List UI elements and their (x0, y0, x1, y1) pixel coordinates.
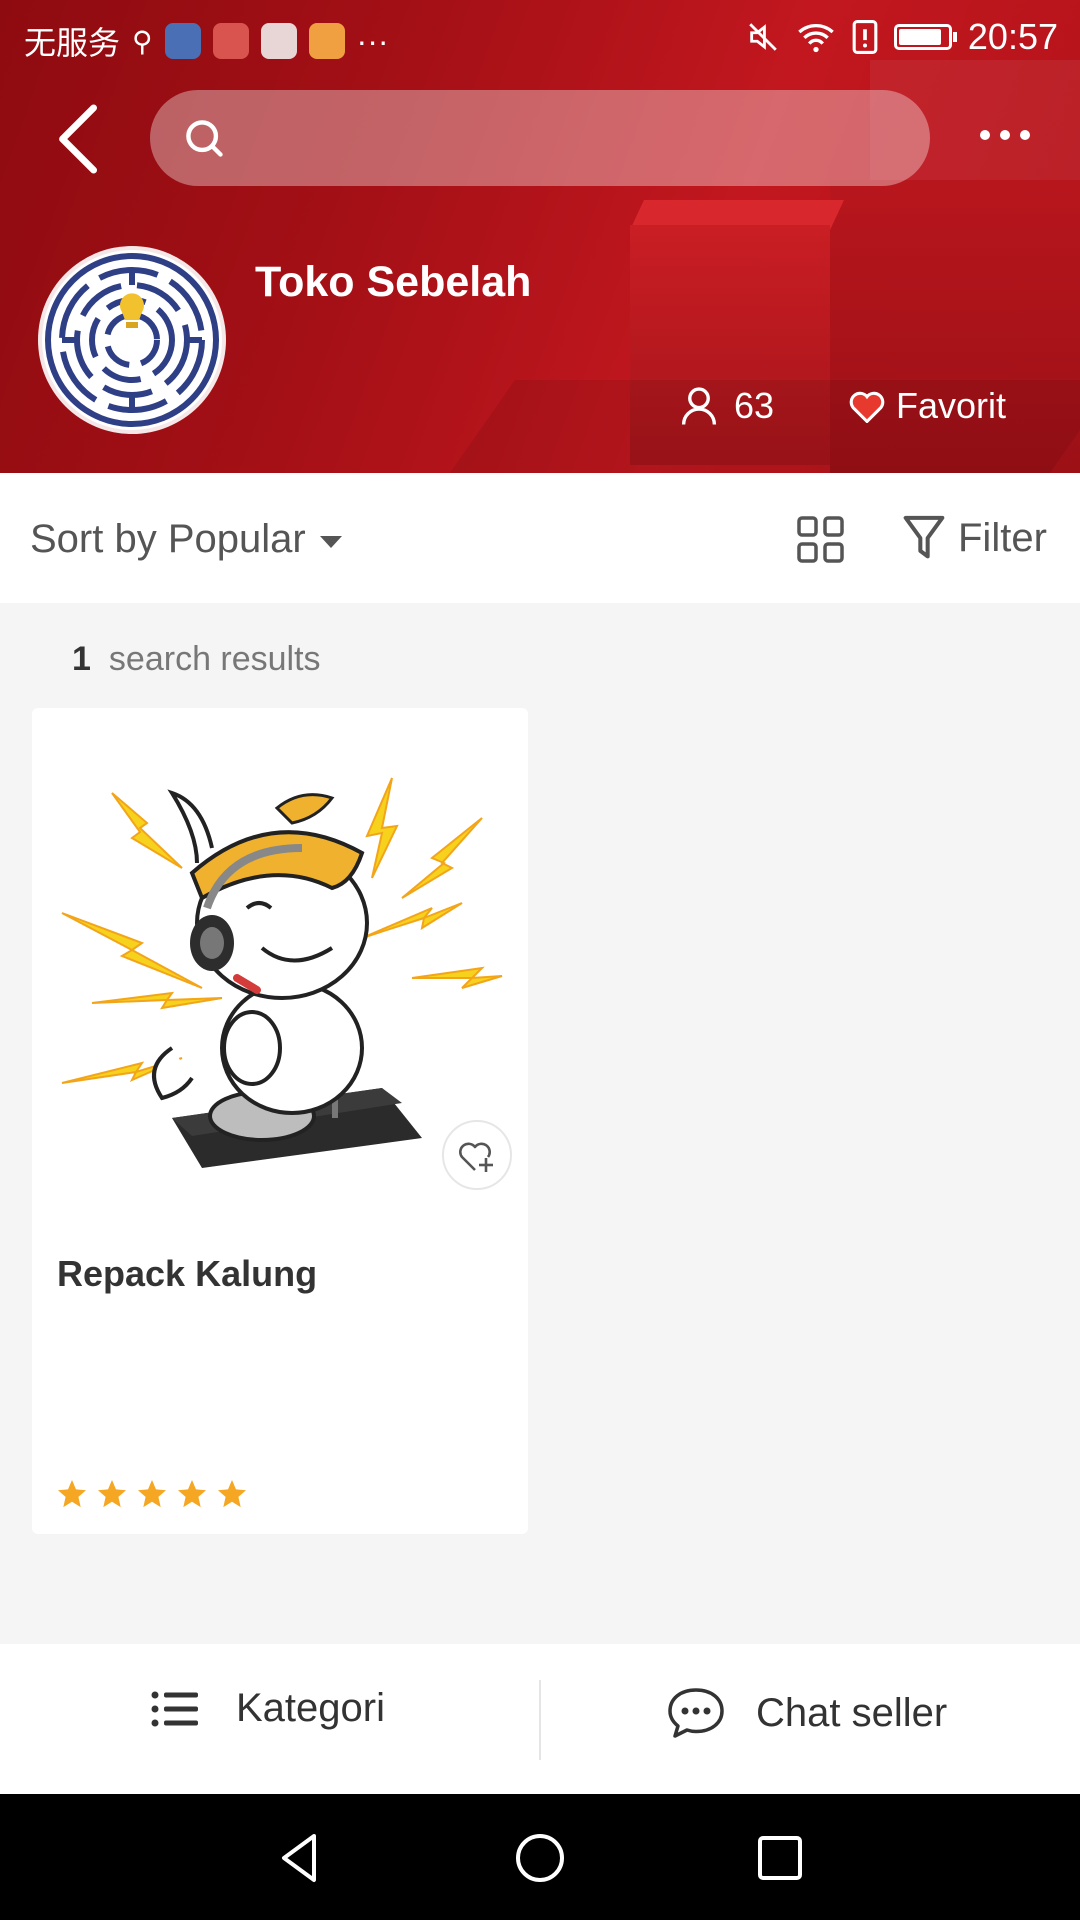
filter-icon (903, 515, 945, 559)
user-icon (681, 387, 717, 425)
shop-name: Toko Sebelah (255, 258, 532, 306)
heart-icon (849, 391, 885, 423)
favorite-label: Favorit (896, 385, 1007, 426)
list-icon (151, 1691, 198, 1726)
results-label: search results (108, 640, 321, 678)
wishlist-add-icon (459, 1142, 493, 1172)
grid-view-toggle[interactable] (796, 515, 846, 565)
star-rating (56, 1478, 248, 1510)
star-icon (218, 1480, 246, 1508)
more-icon (980, 130, 1030, 140)
filter-button[interactable]: Filter (902, 513, 1047, 563)
nav-home-icon[interactable] (510, 1828, 570, 1888)
nav-back-icon[interactable] (270, 1828, 330, 1888)
chat-seller-button[interactable]: Chat seller (666, 1686, 947, 1740)
divider (539, 1680, 541, 1760)
star-icon (58, 1480, 86, 1508)
nav-recents-icon[interactable] (750, 1828, 810, 1888)
bottom-action-bar: Kategori Chat seller (0, 1644, 1080, 1794)
app-notification-icon (164, 23, 201, 59)
results-number: 1 (72, 640, 91, 678)
carrier-text: 无服务 (24, 25, 121, 61)
more-options-button[interactable] (975, 120, 1035, 150)
usb-icon: ⚲ (132, 25, 153, 57)
app-notification-icon (308, 23, 345, 59)
shop-header: 无服务 ⚲ ··· 20:57 Toko Sebelah 63 Favorit (0, 0, 1080, 473)
star-icon (98, 1480, 126, 1508)
product-name: Repack Kalung (57, 1253, 318, 1294)
more-notifications-icon: ··· (356, 22, 389, 59)
maze-logo-icon (45, 253, 219, 427)
status-bar: 无服务 ⚲ ··· 20:57 (0, 0, 1080, 76)
sort-dropdown[interactable]: Sort by Popular (30, 517, 342, 562)
followers-value: 63 (734, 385, 775, 426)
shop-avatar[interactable] (42, 250, 222, 430)
back-icon (59, 104, 98, 174)
favorite-button[interactable]: Favorit (848, 385, 1006, 427)
wifi-icon (798, 24, 834, 53)
sim-alert-icon (852, 20, 878, 54)
chat-icon (668, 1688, 724, 1738)
category-label: Kategori (236, 1686, 385, 1730)
filter-label: Filter (958, 515, 1047, 560)
sort-filter-toolbar: Sort by Popular Filter (0, 473, 1080, 603)
star-icon (138, 1480, 166, 1508)
grid-icon (797, 516, 844, 563)
app-notification-icon (212, 23, 249, 59)
mute-icon (749, 23, 777, 51)
back-button[interactable] (50, 104, 110, 174)
app-notification-icon (260, 23, 297, 59)
chat-label: Chat seller (756, 1690, 948, 1735)
followers-count: 63 (680, 385, 774, 427)
clock: 20:57 (967, 16, 1058, 57)
search-icon (186, 120, 223, 157)
product-card[interactable]: Repack Kalung (32, 708, 528, 1534)
caret-down-icon (319, 535, 342, 548)
sort-label: Sort by Popular (30, 517, 306, 561)
search-results-count: 1 search results (72, 640, 321, 679)
star-icon (178, 1480, 206, 1508)
search-input[interactable] (150, 90, 930, 186)
category-button[interactable]: Kategori (150, 1686, 385, 1731)
system-navigation-bar (0, 1794, 1080, 1920)
wishlist-add-button[interactable] (442, 1120, 512, 1190)
battery-icon (893, 24, 957, 50)
